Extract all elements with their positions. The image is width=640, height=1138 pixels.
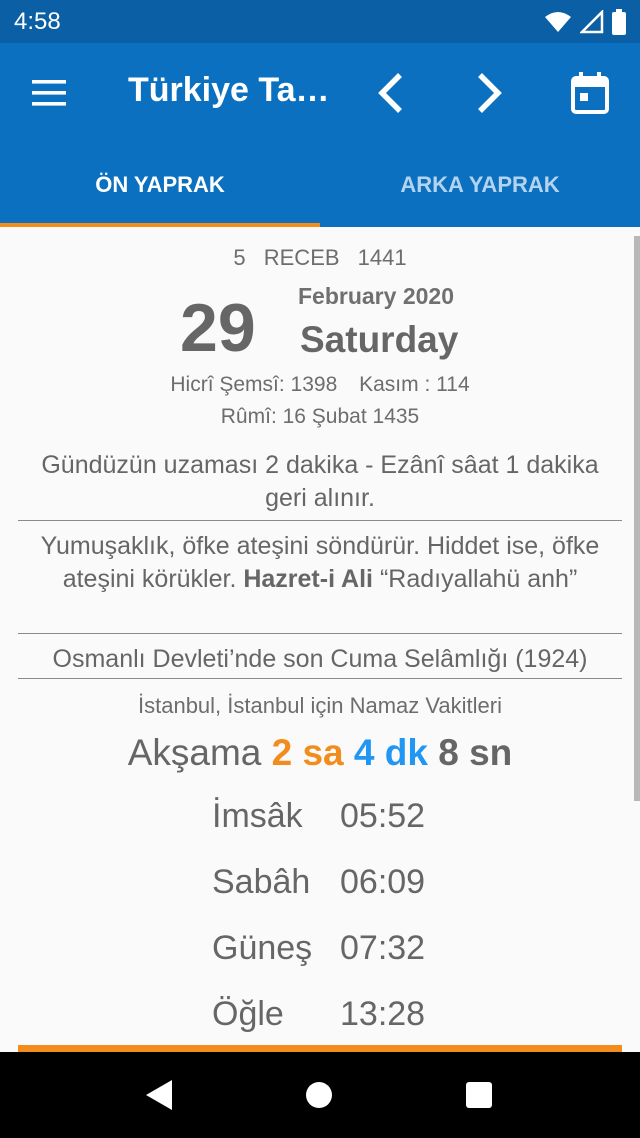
countdown-hours: 2 sa [271, 732, 344, 773]
battery-icon [612, 9, 626, 35]
prayer-times-title: İstanbul, İstanbul için Namaz Vakitleri [138, 693, 502, 718]
prayer-name: Öğle [212, 995, 284, 1033]
prayer-row: İmsâk 05:52 [212, 797, 532, 857]
wifi-icon [545, 12, 571, 32]
divider [18, 678, 622, 679]
countdown-minutes: 4 dk [353, 732, 428, 773]
kasim: Kasım : 114 [359, 373, 470, 396]
quote: Yumuşaklık, öfke ateşini söndürür. Hidde… [18, 530, 622, 596]
accent-bar [18, 1045, 622, 1052]
app-bar: Türkiye Ta… [0, 43, 640, 143]
countdown-label: Akşama [127, 732, 272, 773]
status-bar: 4:58 [0, 0, 640, 43]
app-title: Türkiye Ta… [128, 71, 330, 109]
recents-icon[interactable] [466, 1082, 492, 1108]
chevron-right-icon[interactable] [470, 71, 506, 115]
quote-author: Hazret-i Ali [243, 565, 373, 593]
history-note: Osmanlı Devleti’nde son Cuma Selâmlığı (… [52, 645, 588, 673]
daylight-note: Gündüzün uzaması 2 dakika - Ezânî sâat 1… [41, 451, 599, 512]
tab-arka-yaprak[interactable]: ARKA YAPRAK [320, 143, 640, 227]
prayer-row: Öğle 13:28 [212, 995, 532, 1052]
home-icon[interactable] [306, 1082, 332, 1108]
countdown-seconds: 8 sn [438, 732, 513, 773]
prayer-row: Güneş 07:32 [212, 929, 532, 989]
prayer-time: 13:28 [340, 995, 426, 1033]
prayer-row: Sabâh 06:09 [212, 863, 532, 923]
calendar-page[interactable]: 5 RECEB 1441 29 February 2020 Saturday H… [0, 227, 640, 1052]
weekday: Saturday [300, 319, 459, 360]
system-nav-bar [0, 1052, 640, 1138]
menu-icon[interactable] [32, 79, 68, 107]
hijri-day: 5 [233, 245, 246, 270]
hijri-year: 1441 [357, 245, 407, 270]
tab-on-yaprak[interactable]: ÖN YAPRAK [0, 143, 320, 227]
back-icon[interactable] [144, 1078, 174, 1112]
rumi-date: Rûmî: 16 Şubat 1435 [220, 405, 420, 428]
status-icons [544, 9, 626, 35]
day-number: 29 [180, 290, 256, 366]
prayer-name: İmsâk [212, 797, 303, 835]
calendar-icon[interactable] [570, 71, 610, 115]
status-time: 4:58 [14, 8, 61, 35]
divider [18, 633, 622, 634]
hicri-semsi: Hicrî Şemsî: 1398 [170, 373, 338, 396]
prayer-countdown: Akşama 2 sa 4 dk 8 sn [0, 732, 640, 774]
tab-bar: ÖN YAPRAK ARKA YAPRAK [0, 143, 640, 227]
hijri-month: RECEB [263, 245, 340, 270]
prayer-time: 07:32 [340, 929, 426, 967]
hijri-date: 5 RECEB 1441 [0, 245, 640, 271]
divider [18, 520, 622, 521]
chevron-left-icon[interactable] [374, 71, 410, 115]
scrollbar[interactable] [634, 236, 640, 801]
prayer-name: Güneş [212, 929, 313, 967]
signal-icon [580, 10, 604, 34]
quote-suffix: “Radıyallahü anh” [373, 565, 578, 593]
month-year: February 2020 [298, 283, 454, 309]
prayer-name: Sabâh [212, 863, 311, 901]
prayer-time: 06:09 [340, 863, 426, 901]
alt-calendars: Hicrî Şemsî: 1398 Kasım : 114 [0, 373, 640, 397]
prayer-time: 05:52 [340, 797, 426, 835]
